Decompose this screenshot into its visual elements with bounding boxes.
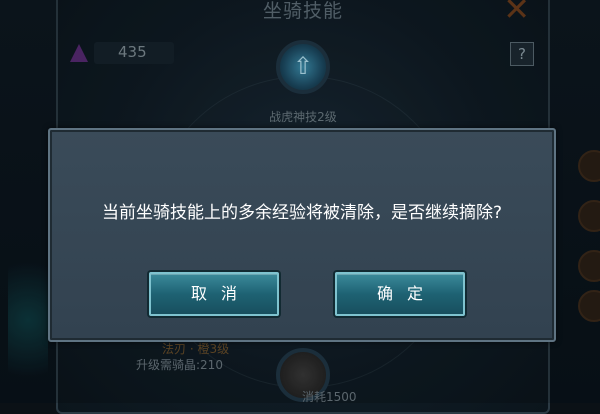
dialog-message: 当前坐骑技能上的多余经验将被清除，是否继续摘除? [101, 203, 503, 223]
confirm-button[interactable]: 确定 [335, 272, 465, 316]
confirm-dialog: 当前坐骑技能上的多余经验将被清除，是否继续摘除? 取消 确定 [48, 128, 556, 342]
cancel-button[interactable]: 取消 [149, 272, 279, 316]
